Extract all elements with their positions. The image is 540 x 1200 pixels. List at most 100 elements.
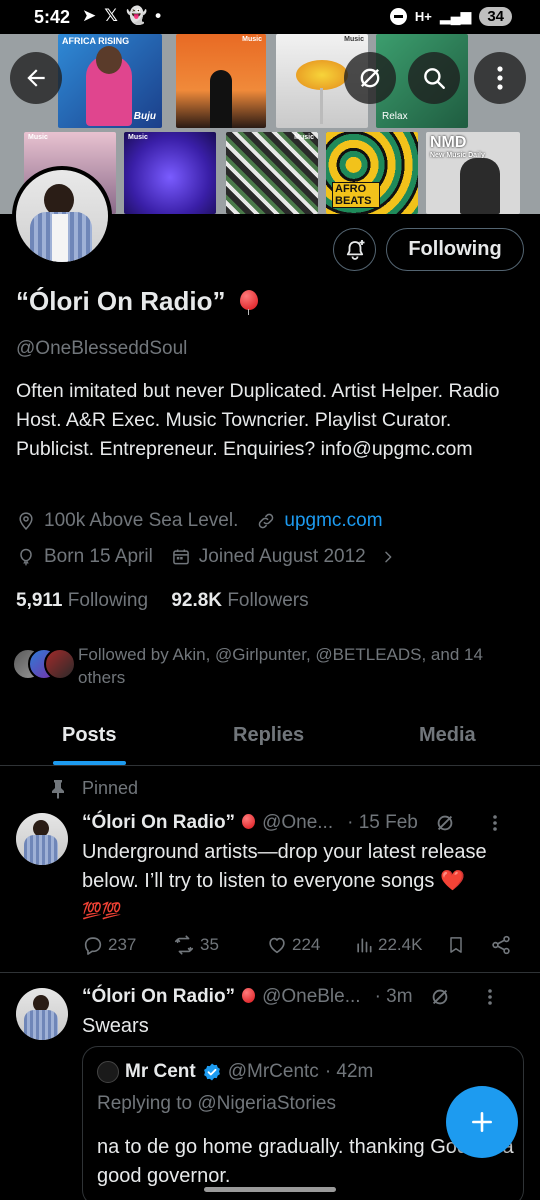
status-time: 5:42 [34, 7, 71, 27]
quoted-avatar [97, 1061, 119, 1083]
compose-button[interactable] [446, 1086, 518, 1158]
website-link[interactable]: upgmc.com [284, 510, 382, 532]
more-vertical-icon[interactable] [492, 814, 498, 832]
pin-icon [52, 779, 64, 799]
telegram-icon: ➤ [82, 6, 97, 25]
tab-replies[interactable]: Replies [233, 724, 304, 747]
quoted-header: Mr Cent @MrCentc · 42m [97, 1061, 373, 1083]
birthday-text: Born 15 April [44, 546, 153, 567]
verified-badge-icon [203, 1063, 220, 1081]
views-action[interactable]: 22.4K [354, 934, 422, 956]
share-action[interactable] [490, 934, 512, 956]
followed-by-text[interactable]: Followed by Akin, @Girlpunter, @BETLEADS… [78, 643, 528, 689]
chevron-right-icon[interactable] [380, 549, 396, 565]
tweet-author-name[interactable]: “Ólori On Radio” [82, 986, 235, 1008]
link-icon [259, 513, 274, 529]
grok-icon[interactable] [429, 986, 451, 1008]
views-count: 22.4K [378, 935, 423, 954]
like-action[interactable]: 224 [266, 934, 320, 956]
grok-button[interactable] [344, 52, 396, 104]
tweet-author-name[interactable]: “Ólori On Radio” [82, 812, 235, 834]
profile-bio: Often imitated but never Duplicated. Art… [16, 380, 500, 460]
meta-row-1: 100k Above Sea Level. upgmc.com [16, 510, 383, 532]
search-button[interactable] [408, 52, 460, 104]
tweet-body: Underground artists—drop your latest rel… [82, 838, 522, 926]
balloon-emoji [239, 290, 259, 315]
quoted-author-name: Mr Cent [125, 1061, 196, 1082]
more-vertical-icon[interactable] [487, 988, 493, 1006]
x-logo-icon: 𝕏 [104, 6, 118, 25]
dot-icon: • [155, 6, 162, 25]
reply-action[interactable]: 237 [82, 934, 136, 956]
balloon-icon [20, 548, 32, 566]
repost-count: 35 [200, 935, 219, 954]
tweet-handle[interactable]: @OneBle... [262, 986, 361, 1008]
tweet-time: · 15 Feb [347, 812, 418, 833]
reply-count: 237 [108, 935, 137, 954]
bell-plus-icon [346, 239, 364, 260]
network-type: H+ [414, 9, 432, 24]
pinned-indicator: Pinned [50, 778, 138, 799]
snapchat-icon: 👻 [125, 6, 148, 25]
location-text: 100k Above Sea Level. [44, 510, 239, 531]
status-right: H+ ▂▄▆ 34 [389, 7, 512, 26]
tweet-avatar[interactable] [16, 813, 68, 865]
arrow-left-icon [27, 69, 45, 87]
dnd-icon [389, 8, 407, 25]
plus-icon [472, 1112, 492, 1132]
playlist-tile-orange: Music [176, 34, 266, 128]
bookmark-icon [450, 937, 462, 953]
calendar-icon [172, 549, 189, 565]
quoted-handle: @MrCentc [227, 1061, 319, 1082]
tweet-text: Underground artists—drop your latest rel… [82, 841, 487, 892]
notify-button[interactable] [333, 228, 376, 271]
share-icon [492, 935, 510, 955]
tab-media[interactable]: Media [419, 724, 476, 747]
grok-icon [360, 68, 380, 88]
following-label: Following [67, 590, 149, 611]
tweet-header: “Ólori On Radio” @One... · 15 Feb [82, 812, 522, 834]
location-pin-icon [19, 512, 33, 530]
back-button[interactable] [10, 52, 62, 104]
followers-count-link[interactable]: 92.8K Followers [171, 590, 308, 611]
tweet-divider [0, 972, 540, 973]
profile-tabs: Posts Replies Media [0, 712, 540, 766]
balloon-emoji [241, 987, 256, 1007]
display-name: “Ólori On Radio” [16, 286, 259, 317]
signal-icon: ▂▄▆ [439, 8, 472, 24]
bookmark-action[interactable] [446, 934, 466, 956]
tweet-emoji-line: 💯💯 [82, 903, 122, 920]
tweet-header: “Ólori On Radio” @OneBle... · 3m [82, 986, 522, 1008]
following-count-link[interactable]: 5,911 Following [16, 590, 148, 611]
joined-text: Joined August 2012 [198, 546, 366, 567]
profile-handle: @OneBlesseddSoul [16, 338, 188, 359]
repost-action[interactable]: 35 [172, 934, 219, 956]
grok-icon[interactable] [434, 812, 456, 834]
status-bar: 5:42 ➤ 𝕏 👻 • H+ ▂▄▆ 34 [0, 0, 540, 34]
balloon-emoji [241, 813, 256, 833]
playlist-tile-afrobeats: AFRO BEATS [326, 132, 418, 214]
following-count: 5,911 [16, 590, 63, 611]
followed-by-avatars[interactable] [12, 648, 76, 682]
playlist-tile-nmd: NMD New Music Daily [426, 132, 520, 214]
quoted-replying-to: Replying to @NigeriaStories [97, 1093, 336, 1114]
follow-counts: 5,911 Following 92.8K Followers [16, 590, 309, 612]
tab-posts[interactable]: Posts [62, 724, 116, 747]
heart-icon [269, 937, 285, 954]
tweet-time: · 3m [374, 986, 413, 1007]
more-options-button[interactable] [474, 52, 526, 104]
followers-count: 92.8K [171, 590, 223, 611]
gesture-home-bar[interactable] [204, 1187, 336, 1192]
tweet-avatar[interactable] [16, 988, 68, 1040]
following-button[interactable]: Following [386, 228, 524, 271]
tweet-text: Swears [82, 1015, 149, 1037]
tweet-handle[interactable]: @One... [262, 812, 333, 834]
followers-label: Followers [227, 590, 309, 611]
battery-indicator: 34 [479, 7, 512, 26]
pinned-label: Pinned [82, 778, 139, 798]
display-name-text: “Ólori On Radio” [16, 286, 226, 316]
search-icon [424, 68, 445, 89]
active-tab-indicator [53, 761, 126, 765]
profile-avatar[interactable] [12, 166, 112, 266]
views-chart-icon [357, 938, 372, 953]
